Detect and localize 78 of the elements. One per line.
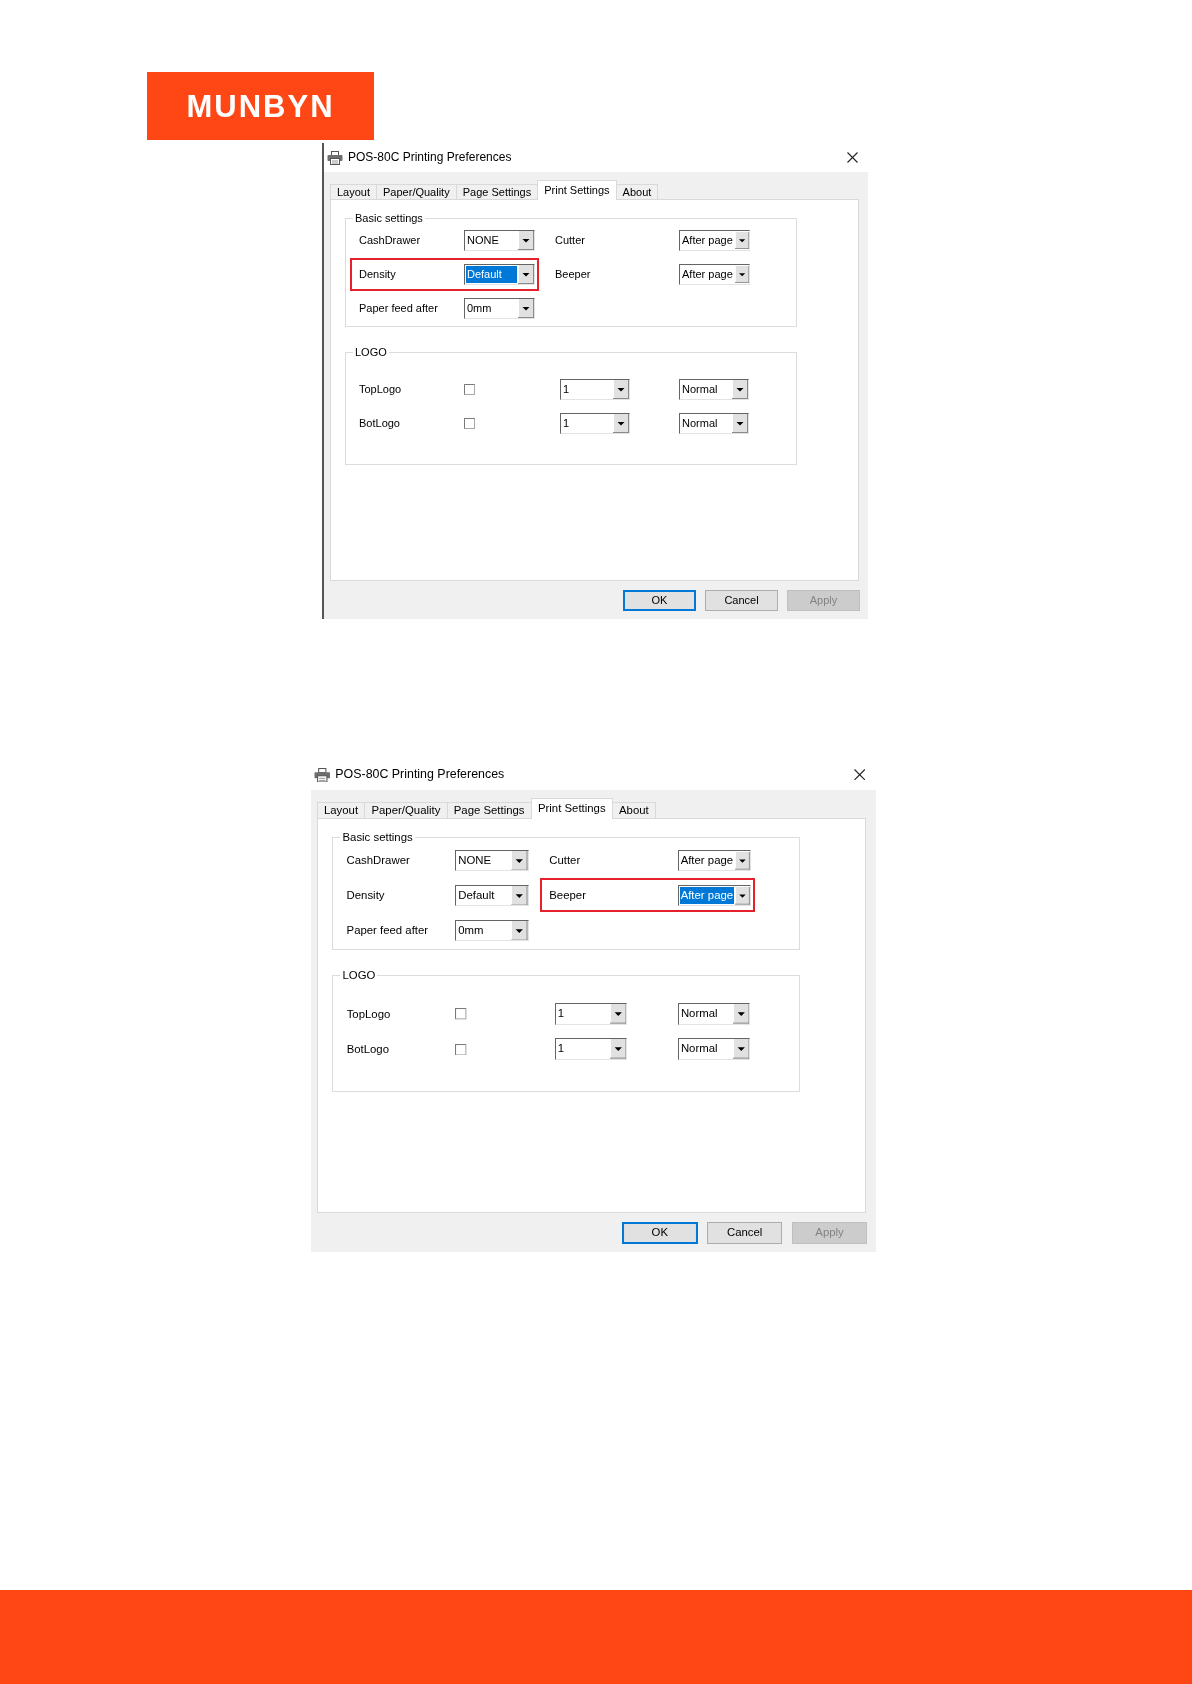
field-label: TopLogo <box>359 382 403 398</box>
tab[interactable]: Page Settings <box>455 184 539 199</box>
field-label: Paper feed after <box>359 301 439 317</box>
dropdown[interactable]: 0mm <box>455 919 529 942</box>
dropdown[interactable]: Normal <box>679 379 749 400</box>
tab[interactable]: Print Settings <box>537 180 617 200</box>
close-icon[interactable] <box>853 769 866 781</box>
field-label: CashDrawer <box>359 233 422 249</box>
field-label: Density <box>346 887 386 903</box>
field-label: Beeper <box>555 267 592 283</box>
field-label: TopLogo <box>346 1006 392 1022</box>
checkbox[interactable] <box>464 418 475 429</box>
dropdown[interactable]: 1 <box>560 379 630 400</box>
window-title: POS-80C Printing Preferences <box>348 150 512 165</box>
dropdown[interactable]: Normal <box>677 1038 751 1061</box>
field-label: Paper feed after <box>346 922 430 938</box>
dropdown[interactable]: Normal <box>677 1003 751 1026</box>
field-label: Density <box>359 267 397 283</box>
tab[interactable]: Print Settings <box>530 798 613 819</box>
checkbox[interactable] <box>455 1008 467 1020</box>
caret-icon[interactable] <box>609 1004 627 1024</box>
dialog-button[interactable]: OK <box>622 1222 698 1245</box>
caret-icon[interactable] <box>613 414 629 433</box>
caret-icon[interactable] <box>735 885 751 906</box>
caret-icon[interactable] <box>518 299 534 318</box>
group-title: LOGO <box>353 345 389 359</box>
group-title: Basic settings <box>340 830 415 845</box>
tab[interactable]: Paper/Quality <box>376 184 457 199</box>
field-label: Cutter <box>555 233 586 249</box>
checkbox[interactable] <box>464 384 475 395</box>
window-title: POS-80C Printing Preferences <box>335 767 505 783</box>
caret-icon[interactable] <box>732 414 748 433</box>
printer-icon <box>327 150 343 165</box>
brand-logo: MUNBYN <box>186 90 335 122</box>
dropdown[interactable]: NONE <box>464 230 535 251</box>
dropdown[interactable]: Normal <box>679 413 749 434</box>
dropdown[interactable]: Default <box>455 884 529 907</box>
caret-icon[interactable] <box>511 850 528 871</box>
field-label: CashDrawer <box>346 852 411 868</box>
tab[interactable]: About <box>615 184 659 199</box>
dialog-button[interactable]: Cancel <box>706 1222 783 1245</box>
caret-icon[interactable] <box>518 265 534 284</box>
dropdown[interactable]: After page <box>677 849 752 872</box>
caret-icon[interactable] <box>732 1039 750 1060</box>
caret-icon[interactable] <box>732 1004 750 1024</box>
caret-icon[interactable] <box>735 850 751 871</box>
tab[interactable]: Layout <box>330 184 378 199</box>
caret-icon[interactable] <box>518 231 534 250</box>
tab[interactable]: About <box>611 802 656 818</box>
tab[interactable]: Page Settings <box>446 802 532 818</box>
dropdown[interactable]: 1 <box>560 413 630 434</box>
printer-icon <box>313 767 331 782</box>
dialog-button[interactable]: OK <box>623 590 696 611</box>
caret-icon[interactable] <box>511 885 528 906</box>
group-title: Basic settings <box>353 211 425 225</box>
dropdown[interactable]: After page <box>679 230 750 251</box>
caret-icon[interactable] <box>732 380 748 399</box>
dropdown[interactable]: 1 <box>554 1003 628 1026</box>
caret-icon[interactable] <box>734 231 749 250</box>
tab[interactable]: Paper/Quality <box>364 802 448 818</box>
field-label: Cutter <box>549 852 582 868</box>
dropdown[interactable]: 1 <box>554 1038 628 1061</box>
caret-icon[interactable] <box>734 265 749 284</box>
checkbox[interactable] <box>455 1043 467 1056</box>
dropdown[interactable]: After page <box>677 884 752 907</box>
caret-icon[interactable] <box>609 1039 627 1060</box>
tab[interactable]: Layout <box>316 802 366 818</box>
dropdown[interactable]: 0mm <box>464 298 535 319</box>
dropdown[interactable]: Default <box>464 264 535 285</box>
field-label: BotLogo <box>346 1041 391 1057</box>
dropdown[interactable]: After page <box>679 264 750 285</box>
close-icon[interactable] <box>847 152 858 163</box>
dialog-button[interactable]: Cancel <box>705 590 778 611</box>
field-label: Beeper <box>549 887 587 903</box>
caret-icon[interactable] <box>613 380 629 399</box>
dropdown[interactable]: NONE <box>455 849 529 872</box>
caret-icon[interactable] <box>511 920 528 941</box>
field-label: BotLogo <box>359 416 401 432</box>
